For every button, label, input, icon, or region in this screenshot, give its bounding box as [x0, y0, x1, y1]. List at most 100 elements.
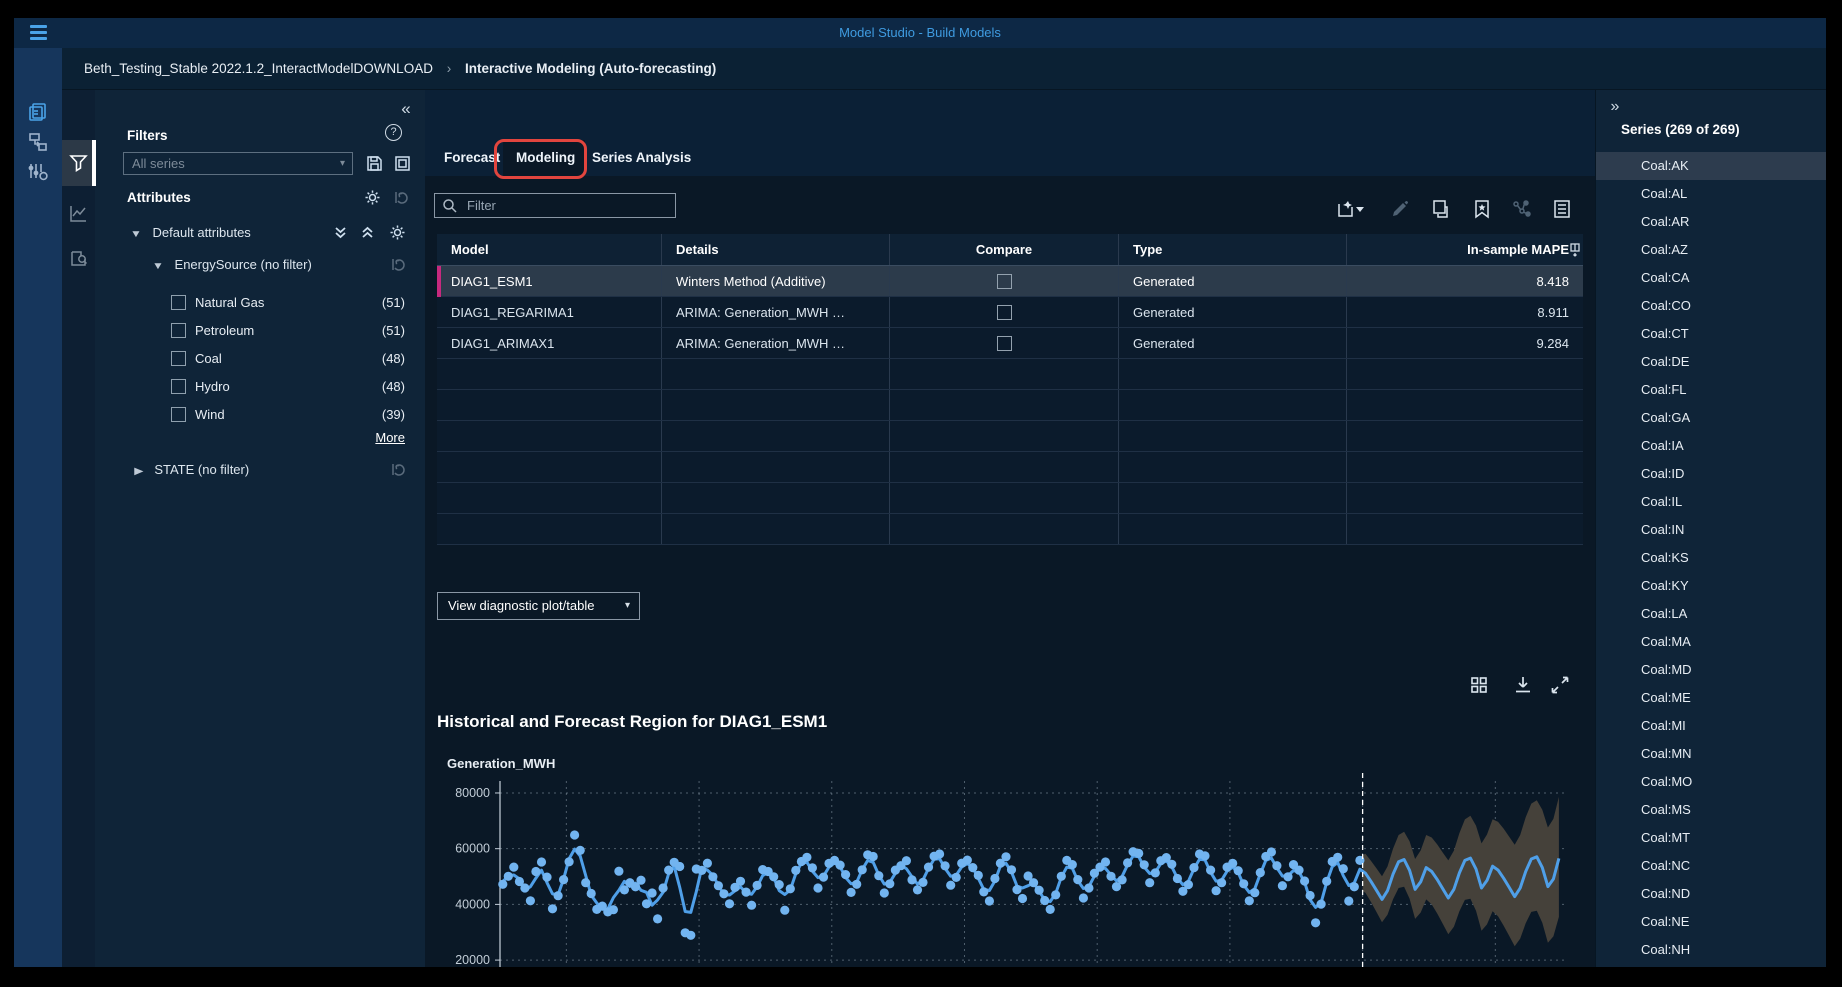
series-item-coal-ar[interactable]: Coal:AR	[1596, 208, 1826, 236]
series-item-coal-az[interactable]: Coal:AZ	[1596, 236, 1826, 264]
series-item-coal-mn[interactable]: Coal:MN	[1596, 740, 1826, 768]
compare-checkbox[interactable]	[997, 274, 1012, 289]
model-details: ARIMA: Generation_MWH …	[661, 297, 889, 327]
download-icon[interactable]	[1512, 674, 1534, 696]
filter-tool-icon[interactable]	[68, 152, 89, 173]
help-icon[interactable]: ?	[385, 124, 402, 141]
series-item-coal-al[interactable]: Coal:AL	[1596, 180, 1826, 208]
series-item-coal-ia[interactable]: Coal:IA	[1596, 432, 1826, 460]
table-properties-icon[interactable]	[1551, 198, 1573, 220]
copy-model-icon[interactable]	[1429, 198, 1451, 220]
checkbox[interactable]	[171, 323, 186, 338]
series-item-coal-co[interactable]: Coal:CO	[1596, 292, 1826, 320]
pipeline-settings-icon[interactable]	[27, 160, 49, 182]
attributes-title: Attributes	[127, 190, 191, 205]
export-page-tool-icon[interactable]	[68, 248, 89, 269]
energysource-reset-icon[interactable]	[388, 255, 407, 274]
series-item-coal-ks[interactable]: Coal:KS	[1596, 544, 1826, 572]
tab-series-analysis[interactable]: Series Analysis	[592, 140, 691, 176]
series-item-coal-id[interactable]: Coal:ID	[1596, 460, 1826, 488]
compare-cell	[889, 297, 1118, 327]
champion-bookmark-icon[interactable]	[1471, 198, 1493, 220]
checkbox[interactable]	[171, 379, 186, 394]
forecast-chart: 2002200420062008201020122014201620000400…	[430, 750, 1590, 967]
checkbox[interactable]	[171, 407, 186, 422]
tab-modeling[interactable]: Modeling	[516, 140, 575, 176]
breadcrumb-project[interactable]: Beth_Testing_Stable 2022.1.2_InteractMod…	[84, 61, 433, 76]
filter-option-petroleum[interactable]: Petroleum(51)	[95, 317, 425, 345]
series-item-coal-fl[interactable]: Coal:FL	[1596, 376, 1826, 404]
series-filter-value: All series	[132, 156, 185, 171]
series-item-coal-la[interactable]: Coal:LA	[1596, 600, 1826, 628]
series-item-coal-nc[interactable]: Coal:NC	[1596, 852, 1826, 880]
series-item-coal-ca[interactable]: Coal:CA	[1596, 264, 1826, 292]
energysource-group[interactable]: ▼ EnergySource (no filter)	[95, 253, 425, 277]
series-item-coal-me[interactable]: Coal:ME	[1596, 684, 1826, 712]
collapse-series-panel-icon[interactable]: »	[1604, 96, 1626, 118]
filter-option-label: Coal	[195, 345, 222, 373]
filter-option-wind[interactable]: Wind(39)	[95, 401, 425, 429]
series-item-coal-ma[interactable]: Coal:MA	[1596, 628, 1826, 656]
filter-option-coal[interactable]: Coal(48)	[95, 345, 425, 373]
model-mape: 9.284	[1346, 328, 1583, 358]
lineage-icon[interactable]	[1511, 198, 1533, 220]
column-header-mape[interactable]: In-sample MAPE	[1346, 234, 1583, 265]
chart-tool-icon[interactable]	[68, 203, 89, 224]
collapse-all-icon[interactable]	[358, 223, 377, 242]
view-diagnostic-dropdown-button[interactable]: View diagnostic plot/table ▾	[437, 592, 640, 620]
checkbox[interactable]	[171, 295, 186, 310]
series-item-coal-nd[interactable]: Coal:ND	[1596, 880, 1826, 908]
table-row[interactable]: DIAG1_ESM1 Winters Method (Additive) Gen…	[437, 266, 1583, 297]
edit-pencil-icon[interactable]	[1389, 198, 1411, 220]
series-item-coal-ct[interactable]: Coal:CT	[1596, 320, 1826, 348]
model-type: Generated	[1118, 266, 1346, 296]
table-filter-input[interactable]	[465, 194, 670, 217]
column-header-compare[interactable]: Compare	[889, 234, 1118, 265]
state-reset-icon[interactable]	[388, 460, 407, 479]
chevron-down-icon: ▾	[625, 593, 630, 619]
data-pages-icon[interactable]	[27, 101, 49, 123]
column-header-type[interactable]: Type	[1118, 234, 1346, 265]
collapse-filters-panel-icon[interactable]: «	[395, 98, 417, 120]
series-item-coal-mi[interactable]: Coal:MI	[1596, 712, 1826, 740]
series-item-coal-in[interactable]: Coal:IN	[1596, 516, 1826, 544]
maximize-icon[interactable]	[1549, 674, 1571, 696]
expand-all-icon[interactable]	[331, 223, 350, 242]
series-item-coal-de[interactable]: Coal:DE	[1596, 348, 1826, 376]
breadcrumb-separator: ›	[447, 61, 452, 76]
table-row[interactable]: DIAG1_ARIMAX1 ARIMA: Generation_MWH … Ge…	[437, 328, 1583, 359]
series-item-coal-ms[interactable]: Coal:MS	[1596, 796, 1826, 824]
layout-grid-icon[interactable]	[1468, 674, 1490, 696]
filter-option-natural-gas[interactable]: Natural Gas(51)	[95, 289, 425, 317]
attributes-settings-gear-icon[interactable]	[363, 188, 382, 207]
chevron-down-icon: ▾	[340, 153, 345, 174]
attributes-reset-icon[interactable]	[391, 188, 410, 207]
series-item-coal-ne[interactable]: Coal:NE	[1596, 908, 1826, 936]
series-item-coal-ga[interactable]: Coal:GA	[1596, 404, 1826, 432]
series-item-coal-ky[interactable]: Coal:KY	[1596, 572, 1826, 600]
table-row[interactable]: DIAG1_REGARIMA1 ARIMA: Generation_MWH … …	[437, 297, 1583, 328]
pipeline-flow-icon[interactable]	[27, 131, 49, 153]
series-item-coal-nh[interactable]: Coal:NH	[1596, 936, 1826, 964]
tab-forecast[interactable]: Forecast	[444, 140, 500, 176]
compare-checkbox[interactable]	[997, 336, 1012, 351]
column-header-details[interactable]: Details	[661, 234, 889, 265]
reset-filters-icon[interactable]	[393, 154, 412, 173]
new-model-menu-icon[interactable]	[1335, 198, 1369, 220]
filter-option-hydro[interactable]: Hydro(48)	[95, 373, 425, 401]
compare-checkbox[interactable]	[997, 305, 1012, 320]
series-item-coal-ak[interactable]: Coal:AK	[1596, 152, 1826, 180]
more-link[interactable]: More	[375, 430, 405, 445]
series-item-coal-mo[interactable]: Coal:MO	[1596, 768, 1826, 796]
column-header-model[interactable]: Model	[437, 234, 661, 265]
filter-option-count: (48)	[382, 373, 405, 401]
state-group[interactable]: ▶ STATE (no filter)	[95, 458, 425, 482]
series-item-coal-mt[interactable]: Coal:MT	[1596, 824, 1826, 852]
series-item-coal-md[interactable]: Coal:MD	[1596, 656, 1826, 684]
group-settings-gear-icon[interactable]	[388, 223, 407, 242]
save-filter-icon[interactable]	[365, 154, 384, 173]
checkbox[interactable]	[171, 351, 186, 366]
series-item-coal-il[interactable]: Coal:IL	[1596, 488, 1826, 516]
column-options-icon[interactable]	[1569, 243, 1581, 257]
series-filter-select[interactable]: All series ▾	[123, 152, 353, 175]
